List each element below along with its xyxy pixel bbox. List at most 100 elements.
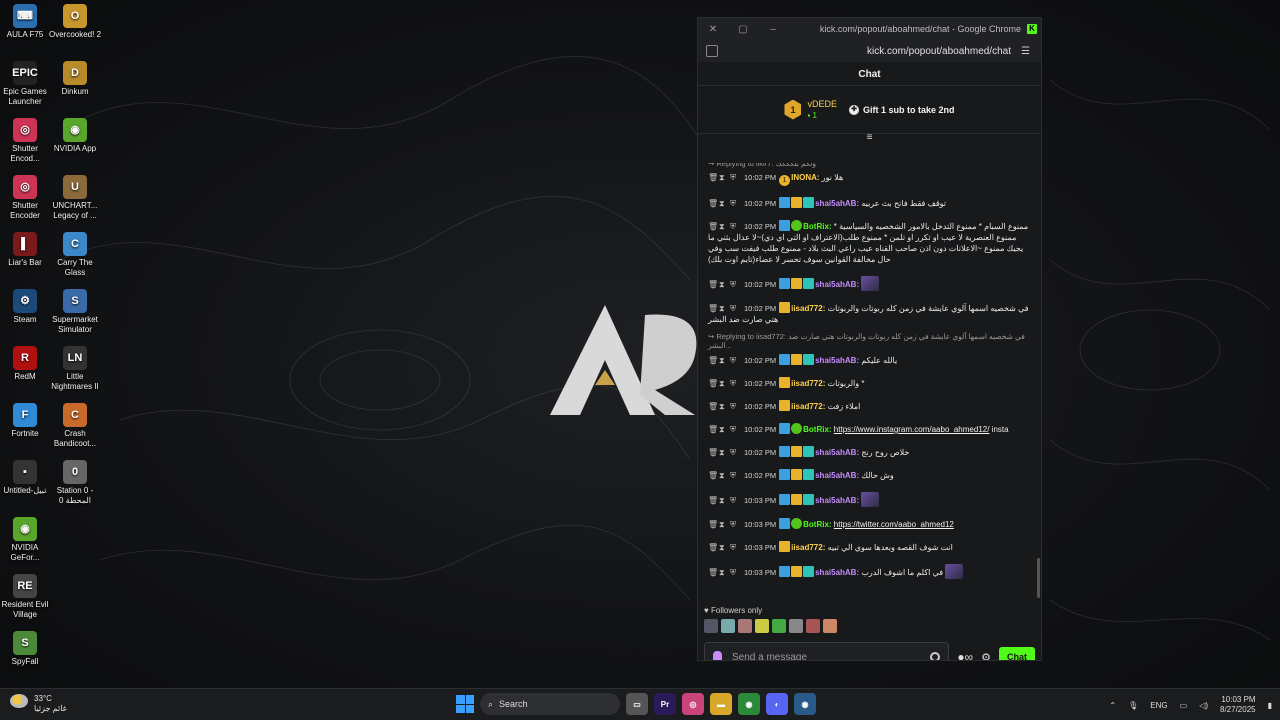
delete-icon[interactable]: 🗑: [708, 378, 718, 389]
username[interactable]: shai5ahAB:: [815, 568, 859, 577]
desktop-icon[interactable]: C Carry The Glass: [47, 232, 103, 278]
timeout-icon[interactable]: ⧗: [719, 424, 726, 435]
timeout-icon[interactable]: ⧗: [719, 567, 726, 578]
instagram-icon[interactable]: ◎: [682, 693, 704, 715]
discord-icon[interactable]: ◐: [766, 693, 788, 715]
timeout-icon[interactable]: ⧗: [719, 355, 726, 366]
chat-message[interactable]: 🗑⧗ ⛨ 10:03 PM shai5ahAB: في اكلم ما اشوف ال…: [708, 564, 1029, 579]
ban-icon[interactable]: ⛨: [730, 221, 737, 232]
task-view-icon[interactable]: ▭: [626, 693, 648, 715]
message-link[interactable]: https://www.instagram.com/aabo_ahmed12/: [834, 425, 990, 434]
send-chat-button[interactable]: Chat: [999, 647, 1035, 660]
chrome-active-icon[interactable]: ◉: [794, 693, 816, 715]
timeout-icon[interactable]: ⧗: [719, 447, 726, 458]
ban-icon[interactable]: ⛨: [730, 495, 737, 506]
desktop-icon[interactable]: ⌨ AULA F75: [0, 4, 53, 40]
message-input[interactable]: [732, 651, 931, 660]
chat-message[interactable]: 🗑⧗ ⛨ 10:03 PM BotRix: https://twitter.com/a…: [708, 518, 1029, 530]
delete-icon[interactable]: 🗑: [708, 447, 718, 458]
username[interactable]: iisad772:: [791, 402, 825, 411]
chat-message[interactable]: 🗑⧗ ⛨ 10:02 PM shai5ahAB:: [708, 276, 1029, 291]
emoji-icon[interactable]: [930, 652, 941, 660]
desktop-icon[interactable]: ◎ Shutter Encoder: [0, 175, 53, 221]
timeout-icon[interactable]: ⧗: [719, 221, 726, 232]
emote-4[interactable]: [755, 619, 769, 633]
chat-message[interactable]: 🗑⧗ ⛨ 10:02 PM shai5ahAB: وش حالك: [708, 469, 1029, 481]
mic-tray-icon[interactable]: 🎙: [1128, 701, 1138, 710]
desktop-icon[interactable]: ⚙ Steam: [0, 289, 53, 325]
timeout-icon[interactable]: ⧗: [719, 378, 726, 389]
message-link[interactable]: https://twitter.com/aabo_ahmed12: [834, 520, 954, 529]
username[interactable]: BotRix:: [803, 222, 831, 231]
delete-icon[interactable]: 🗑: [708, 542, 718, 553]
emote-picker-icon[interactable]: ●∞: [957, 650, 973, 660]
ban-icon[interactable]: ⛨: [730, 424, 737, 435]
volume-icon[interactable]: ◁): [1199, 701, 1208, 710]
username[interactable]: shai5ahAB:: [815, 471, 859, 480]
username[interactable]: iisad772:: [791, 543, 825, 552]
username[interactable]: BotRix:: [803, 425, 831, 434]
scrollbar[interactable]: [1037, 558, 1040, 598]
username[interactable]: INONA:: [791, 173, 819, 182]
username[interactable]: iisad772:: [791, 304, 825, 313]
chat-message[interactable]: 🗑⧗ ⛨ 10:02 PM iisad772: والربوتات *: [708, 377, 1029, 389]
delete-icon[interactable]: 🗑: [708, 279, 718, 290]
ban-icon[interactable]: ⛨: [730, 172, 737, 183]
delete-icon[interactable]: 🗑: [708, 567, 718, 578]
desktop-icon[interactable]: RE Resident Evil Village: [0, 574, 53, 620]
language-indicator[interactable]: ENG: [1150, 701, 1167, 710]
desktop-icon[interactable]: O Overcooked! 2: [47, 4, 103, 40]
maximize-icon[interactable]: ▢: [728, 24, 758, 35]
timeout-icon[interactable]: ⧗: [719, 198, 726, 209]
delete-icon[interactable]: 🗑: [708, 424, 718, 435]
ban-icon[interactable]: ⛨: [730, 303, 737, 314]
chat-message[interactable]: 🗑⧗ ⛨ 10:02 PM shai5ahAB: توقف فقط فاتح بث ع…: [708, 197, 1029, 209]
timeout-icon[interactable]: ⧗: [719, 470, 726, 481]
desktop-icon[interactable]: ◎ Shutter Encod...: [0, 118, 53, 164]
timeout-icon[interactable]: ⧗: [719, 519, 726, 530]
desktop-icon[interactable]: F Fortnite: [0, 403, 53, 439]
username[interactable]: shai5ahAB:: [815, 496, 859, 505]
desktop-icon[interactable]: ◉ NVIDIA App: [47, 118, 103, 154]
username[interactable]: BotRix:: [803, 520, 831, 529]
delete-icon[interactable]: 🗑: [708, 198, 718, 209]
ban-icon[interactable]: ⛨: [730, 567, 737, 578]
clock[interactable]: 10:03 PM 8/27/2025: [1220, 695, 1256, 715]
timeout-icon[interactable]: ⧗: [719, 172, 726, 183]
chat-message[interactable]: 🗑⧗ ⛨ 10:03 PM iisad772: انت شوف القصه وبعده…: [708, 541, 1029, 553]
desktop-icon[interactable]: ◉ NVIDIA GeFor...: [0, 517, 53, 563]
desktop-icon[interactable]: R RedM: [0, 346, 53, 382]
username[interactable]: shai5ahAB:: [815, 280, 859, 289]
taskbar-search[interactable]: ⌕ Search: [480, 693, 620, 715]
timeout-icon[interactable]: ⧗: [719, 542, 726, 553]
ban-icon[interactable]: ⛨: [730, 355, 737, 366]
desktop-icon[interactable]: D Dinkum: [47, 61, 103, 97]
tune-icon[interactable]: ☰: [1021, 46, 1033, 57]
gear-icon[interactable]: ⚙: [981, 651, 991, 661]
emote-3[interactable]: [738, 619, 752, 633]
ban-icon[interactable]: ⛨: [730, 542, 737, 553]
delete-icon[interactable]: 🗑: [708, 172, 718, 183]
desktop-icon[interactable]: ▪ Untitled-تبيل: [0, 460, 53, 496]
timeout-icon[interactable]: ⧗: [719, 401, 726, 412]
chat-message[interactable]: 🗑⧗ ⛨ 10:02 PM BotRix: https://www.instagram…: [708, 423, 1029, 435]
delete-icon[interactable]: 🗑: [708, 495, 718, 506]
ban-icon[interactable]: ⛨: [730, 401, 737, 412]
delete-icon[interactable]: 🗑: [708, 401, 718, 412]
tray-chevron-icon[interactable]: ⌃: [1109, 701, 1116, 710]
notification-icon[interactable]: ▮: [1268, 701, 1272, 710]
delete-icon[interactable]: 🗑: [708, 470, 718, 481]
timeout-icon[interactable]: ⧗: [719, 303, 726, 314]
ban-icon[interactable]: ⛨: [730, 198, 737, 209]
chat-message[interactable]: 🗑⧗ ⛨ 10:02 PM iisad772: في شخصيه اسمها آلوي…: [708, 302, 1029, 325]
timeout-icon[interactable]: ⧗: [719, 279, 726, 290]
site-info-icon[interactable]: [706, 45, 718, 57]
username[interactable]: shai5ahAB:: [815, 199, 859, 208]
chat-message[interactable]: 🗑⧗ ⛨ 10:02 PM iisad772: املاء زفت: [708, 400, 1029, 412]
ban-icon[interactable]: ⛨: [730, 279, 737, 290]
chat-message[interactable]: 🗑⧗ ⛨ 10:02 PM shai5ahAB: يالله عليكم: [708, 354, 1029, 366]
mic-icon[interactable]: [713, 651, 722, 660]
emote-6[interactable]: [789, 619, 803, 633]
minimize-icon[interactable]: –: [758, 24, 788, 35]
desktop-icon[interactable]: 0 Station 0 - المحطة 0: [47, 460, 103, 506]
